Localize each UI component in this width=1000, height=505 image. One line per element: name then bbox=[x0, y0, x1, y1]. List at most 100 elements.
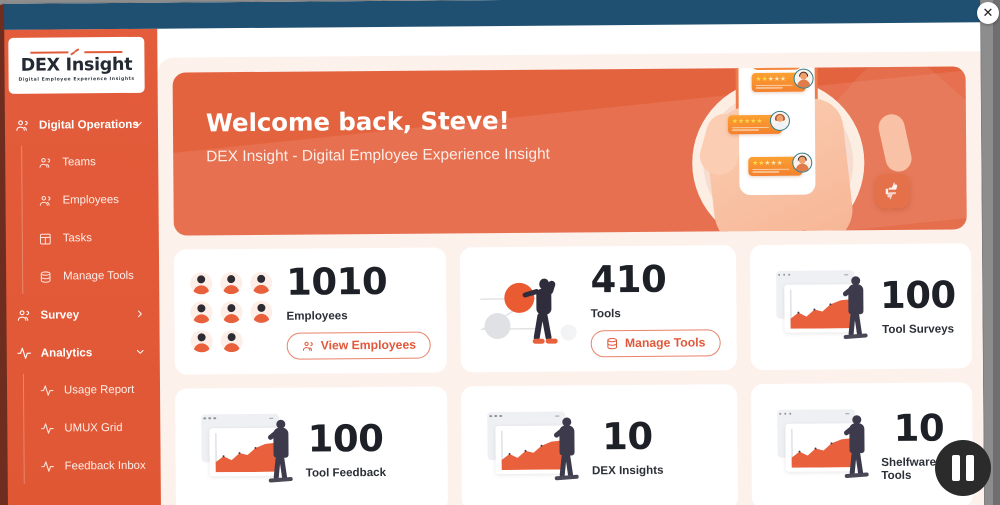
stat-card-employees: 1010 Employees View Employees bbox=[173, 247, 448, 375]
close-icon[interactable]: ✕ bbox=[977, 2, 999, 24]
banner-text: Welcome back, Steve! DEX Insight - Digit… bbox=[205, 105, 551, 167]
sidebar-group-label: Analytics bbox=[40, 345, 93, 360]
area-chart-icon bbox=[790, 298, 851, 329]
stat-label: Employees bbox=[286, 308, 348, 323]
illustration-finger bbox=[876, 111, 915, 175]
thumbs-up-chat-icon[interactable] bbox=[875, 173, 910, 209]
complain-chip: COMPLAIN bbox=[751, 66, 802, 71]
window-right-edge bbox=[993, 0, 1000, 505]
chart-presentation-illustration bbox=[766, 268, 871, 347]
people-icon bbox=[302, 341, 313, 351]
app-window: DEX Insight Digital Employee Experience … bbox=[0, 0, 984, 505]
chevron-right-icon[interactable] bbox=[134, 308, 145, 319]
sidebar-item-usage-report[interactable]: Usage Report bbox=[23, 371, 160, 410]
activity-icon bbox=[40, 422, 57, 436]
stat-card-shelfware-tools: 10 Shelfware Tools bbox=[750, 382, 974, 505]
stat-card-info: 10 DEX Insights bbox=[591, 414, 664, 478]
window-dots-icon bbox=[778, 412, 792, 415]
sidebar-item-label: Tasks bbox=[62, 232, 93, 245]
stat-cards-grid: 1010 Employees View Employees 410 Tools … bbox=[173, 243, 974, 505]
sidebar-subitems-analytics: Usage Report UMUX Grid Feedback Inbox bbox=[3, 371, 161, 486]
area-chart-icon bbox=[791, 437, 852, 468]
avatar bbox=[220, 271, 243, 294]
avatar bbox=[190, 300, 213, 323]
sidebar-group-survey[interactable]: Survey bbox=[2, 295, 159, 334]
manage-tools-button[interactable]: Manage Tools bbox=[590, 328, 721, 357]
sidebar-item-label: Teams bbox=[62, 156, 96, 169]
person-figure bbox=[266, 419, 296, 485]
stat-value: 10 bbox=[893, 406, 945, 450]
content-surface: Welcome back, Steve! DEX Insight - Digit… bbox=[157, 51, 984, 505]
logo-flourish-icon bbox=[30, 48, 122, 56]
banner-illustration: COMPLAIN ★★★★★ ★★★★★ bbox=[683, 66, 915, 236]
avatar bbox=[190, 329, 213, 352]
people-icon bbox=[16, 307, 34, 322]
sidebar-item-label: Feedback Inbox bbox=[64, 459, 146, 473]
stat-value: 100 bbox=[307, 416, 384, 461]
brand-logo[interactable]: DEX Insight Digital Employee Experience … bbox=[8, 36, 145, 94]
view-employees-label: View Employees bbox=[320, 337, 417, 353]
people-icon bbox=[38, 194, 55, 208]
chart-presentation-illustration bbox=[477, 409, 582, 488]
sidebar-group-label: Survey bbox=[40, 307, 80, 322]
chevron-down-icon[interactable] bbox=[133, 118, 144, 129]
view-employees-button[interactable]: View Employees bbox=[286, 331, 432, 360]
sidebar-item-manage-tools[interactable]: Manage Tools bbox=[22, 257, 159, 296]
person-figure bbox=[842, 414, 872, 481]
gray-circle-shape bbox=[484, 312, 511, 339]
sidebar-item-employees[interactable]: Employees bbox=[21, 181, 158, 220]
sidebar-item-umux-grid[interactable]: UMUX Grid bbox=[23, 409, 160, 448]
avatar bbox=[250, 271, 273, 294]
stat-value: 1010 bbox=[286, 259, 388, 304]
sidebar-group-analytics[interactable]: Analytics bbox=[3, 333, 160, 372]
sidebar: DEX Insight Digital Employee Experience … bbox=[0, 28, 162, 505]
avatar bbox=[793, 68, 814, 89]
layout-icon bbox=[39, 232, 56, 245]
screen-root: DEX Insight Digital Employee Experience … bbox=[0, 0, 1000, 505]
avatar bbox=[769, 110, 791, 131]
person-figure bbox=[841, 275, 871, 342]
sidebar-subitems-digital-operations: Teams Employees Tasks Manage Tools bbox=[1, 143, 159, 296]
sidebar-item-label: Usage Report bbox=[63, 383, 135, 397]
activity-icon bbox=[17, 345, 35, 360]
stat-card-tool-feedback: 100 Tool Feedback bbox=[175, 386, 449, 505]
page-subtitle: DEX Insight - Digital Employee Experienc… bbox=[206, 145, 551, 166]
stat-value: 100 bbox=[879, 273, 956, 318]
database-icon bbox=[39, 270, 56, 283]
chevron-down-icon[interactable] bbox=[135, 346, 146, 357]
people-icon bbox=[38, 156, 55, 170]
person-figure bbox=[522, 276, 565, 346]
welcome-banner: Welcome back, Steve! DEX Insight - Digit… bbox=[172, 66, 967, 236]
stat-card-dex-insights: 10 DEX Insights bbox=[461, 384, 738, 505]
stat-card-tools: 410 Tools Manage Tools bbox=[460, 245, 737, 373]
sidebar-item-feedback-inbox[interactable]: Feedback Inbox bbox=[23, 447, 160, 486]
activity-icon bbox=[40, 384, 57, 398]
sidebar-item-tasks[interactable]: Tasks bbox=[22, 219, 159, 258]
pause-bar-left bbox=[952, 455, 960, 481]
avatar bbox=[220, 300, 243, 323]
window-dots-icon bbox=[203, 416, 217, 420]
brand-tagline: Digital Employee Experience Insights bbox=[18, 76, 135, 83]
people-icon bbox=[15, 117, 33, 132]
stat-label: Tools bbox=[590, 306, 621, 320]
database-icon bbox=[607, 337, 618, 349]
sidebar-group-digital-operations[interactable]: Digital Operations bbox=[1, 105, 158, 144]
person-figure bbox=[553, 416, 583, 483]
sidebar-item-teams[interactable]: Teams bbox=[21, 143, 158, 182]
sidebar-nav: Digital Operations Teams Employees Tasks… bbox=[1, 105, 161, 486]
employee-avatars-illustration bbox=[190, 271, 277, 352]
window-dots-icon bbox=[777, 273, 791, 276]
sidebar-group-label: Digital Operations bbox=[38, 117, 139, 132]
chart-presentation-illustration bbox=[767, 407, 872, 486]
stat-value: 10 bbox=[602, 414, 653, 459]
stat-label: DEX Insights bbox=[591, 463, 664, 478]
pause-button[interactable] bbox=[935, 440, 991, 496]
main-content: Welcome back, Steve! DEX Insight - Digit… bbox=[157, 22, 984, 505]
pause-bar-right bbox=[966, 455, 974, 481]
stat-card-tool-surveys: 100 Tool Surveys bbox=[749, 243, 973, 371]
sidebar-item-label: UMUX Grid bbox=[64, 421, 123, 435]
page-title: Welcome back, Steve! bbox=[205, 105, 510, 138]
stat-label: Tool Feedback bbox=[305, 465, 387, 480]
stat-card-info: 410 Tools Manage Tools bbox=[590, 257, 721, 357]
stat-value: 410 bbox=[590, 257, 667, 301]
